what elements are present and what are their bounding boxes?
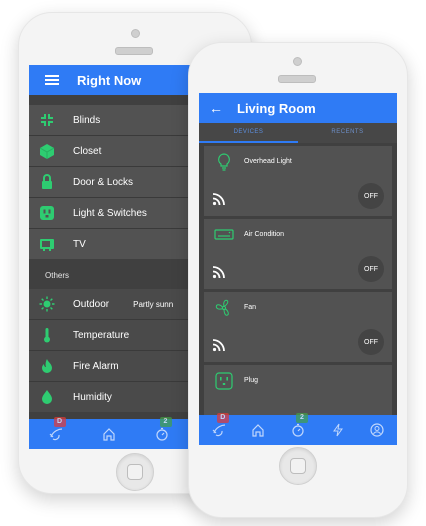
fan-icon: [214, 298, 234, 318]
front-camera: [131, 29, 140, 38]
front-phone: ← Living Room DEVICES RECENTS Overhead L…: [188, 42, 408, 518]
wifi-icon: [212, 338, 226, 352]
earpiece-speaker: [115, 47, 153, 55]
device-card-overhead-light[interactable]: Overhead Light OFF: [204, 146, 392, 216]
front-camera: [293, 57, 302, 66]
app-bar: ← Living Room: [199, 93, 397, 123]
home-icon[interactable]: [101, 426, 117, 442]
sensor-label: Fire Alarm: [73, 360, 119, 372]
front-screen: ← Living Room DEVICES RECENTS Overhead L…: [199, 93, 397, 445]
back-arrow-icon[interactable]: ←: [209, 101, 223, 115]
timers-badge: 2: [295, 413, 308, 423]
blinds-icon: [39, 112, 55, 128]
device-card-air-condition[interactable]: Air Condition OFF: [204, 219, 392, 289]
device-name: Overhead Light: [244, 158, 292, 165]
plug-icon: [214, 371, 234, 391]
sun-icon: [39, 296, 55, 312]
sensor-label: Temperature: [73, 329, 130, 341]
timer-icon[interactable]: 2: [154, 417, 172, 442]
drop-icon: [39, 389, 55, 405]
air-conditioner-icon: [214, 225, 234, 245]
tab-recents[interactable]: RECENTS: [298, 123, 397, 143]
home-icon[interactable]: [250, 422, 266, 438]
device-toggle-button[interactable]: OFF: [358, 329, 384, 355]
device-toggle-button[interactable]: OFF: [358, 256, 384, 282]
alerts-icon[interactable]: D: [48, 417, 66, 442]
device-toggle-button[interactable]: OFF: [358, 183, 384, 209]
tab-devices[interactable]: DEVICES: [199, 123, 298, 143]
page-title: Living Room: [237, 100, 316, 116]
bulb-icon: [214, 152, 234, 172]
room-label: Light & Switches: [73, 207, 147, 219]
tab-bar: DEVICES RECENTS: [199, 123, 397, 143]
closet-icon: [39, 143, 55, 159]
sensor-label: Outdoor: [73, 298, 110, 310]
device-card-fan[interactable]: Fan OFF: [204, 292, 392, 362]
earpiece-speaker: [278, 75, 316, 83]
room-label: Blinds: [73, 114, 101, 126]
timer-icon[interactable]: 2: [290, 413, 308, 438]
sensor-value: Partly sunn: [133, 299, 174, 309]
bottom-nav: D 2: [199, 413, 397, 445]
profile-icon[interactable]: [369, 422, 385, 438]
wifi-icon: [212, 265, 226, 279]
wifi-icon: [212, 192, 226, 206]
home-button: [279, 447, 317, 485]
device-name: Plug: [244, 377, 259, 384]
room-label: Door & Locks: [73, 176, 134, 188]
alerts-badge: D: [216, 413, 229, 423]
thermometer-icon: [39, 327, 55, 343]
home-button: [116, 453, 154, 491]
sensor-label: Humidity: [73, 391, 112, 403]
energy-icon[interactable]: [330, 422, 346, 438]
menu-icon[interactable]: [45, 75, 59, 85]
fire-icon: [39, 358, 55, 374]
alerts-badge: D: [53, 417, 66, 427]
alerts-icon[interactable]: D: [211, 413, 229, 438]
outlet-icon: [39, 205, 55, 221]
timers-badge: 2: [159, 417, 172, 427]
room-label: TV: [73, 238, 86, 250]
page-title: Right Now: [77, 72, 142, 88]
device-name: Air Condition: [244, 231, 285, 238]
tv-icon: [39, 236, 55, 252]
room-label: Closet: [73, 145, 102, 157]
device-name: Fan: [244, 304, 257, 311]
lock-icon: [39, 174, 55, 190]
